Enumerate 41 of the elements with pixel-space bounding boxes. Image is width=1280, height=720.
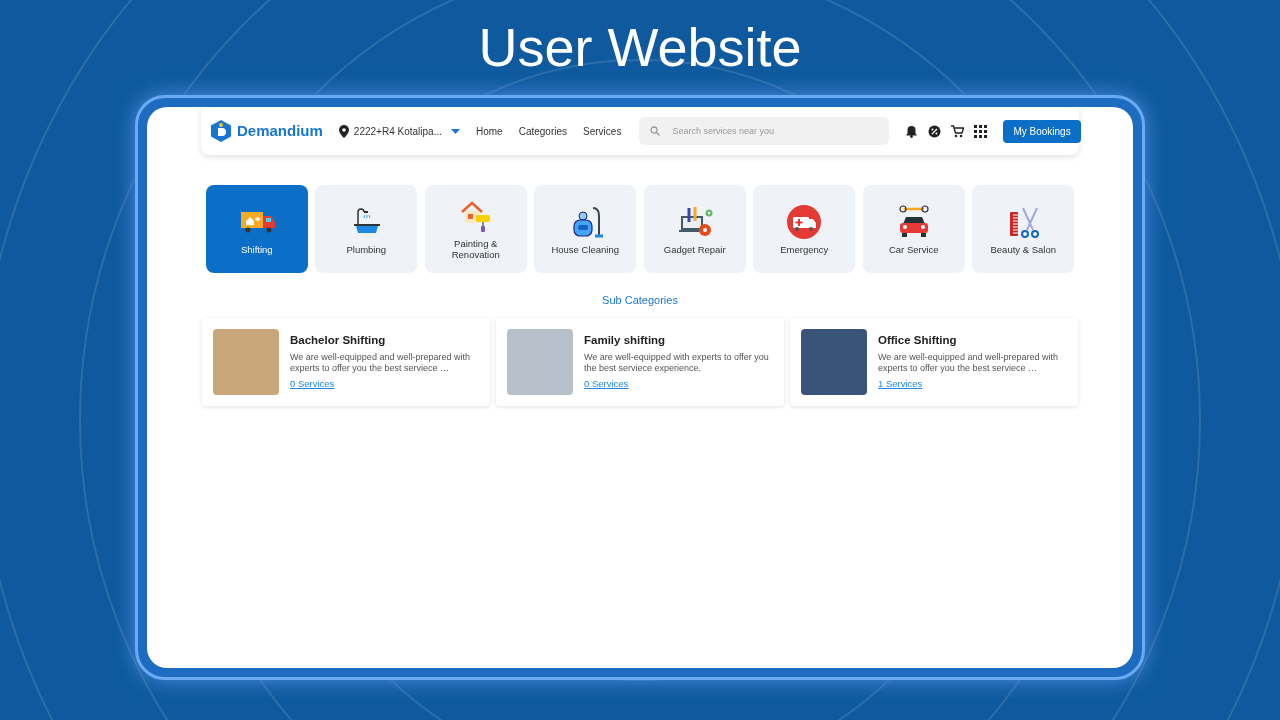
card-title: Bachelor Shifting bbox=[290, 332, 387, 348]
search-field[interactable]: Search services near you bbox=[639, 117, 890, 145]
nav-link[interactable]: Categories bbox=[518, 123, 568, 139]
sub-category-card[interactable]: Bachelor Shifting We are well-equipped and well-prepared with experts to offer you the best serviece … 0 Services bbox=[202, 317, 490, 406]
photo-placeholder bbox=[213, 328, 279, 395]
services-link[interactable]: 1 Services bbox=[878, 377, 923, 392]
nav-link[interactable]: Services bbox=[583, 123, 622, 139]
photo-placeholder bbox=[801, 328, 867, 395]
services-link[interactable]: 0 Services bbox=[584, 377, 629, 392]
ambulance-icon bbox=[786, 203, 823, 240]
discount-badge-icon[interactable] bbox=[928, 124, 942, 138]
cart-icon[interactable] bbox=[951, 124, 965, 138]
category-tile[interactable]: Emergency bbox=[753, 185, 856, 273]
location-selector[interactable]: 2222+R4 Kotalipa... bbox=[353, 123, 442, 139]
photo-placeholder bbox=[507, 328, 573, 395]
category-tile[interactable]: Shifting bbox=[205, 185, 308, 273]
card-title: Office Shifting bbox=[878, 332, 958, 348]
card-title: Family shifting bbox=[584, 332, 667, 348]
category-tile[interactable]: Car Service bbox=[862, 185, 965, 273]
category-tile[interactable]: Gadget Repair bbox=[643, 185, 746, 273]
section-heading: Sub Categories bbox=[602, 293, 678, 308]
banner-title: User Website bbox=[478, 20, 802, 76]
category-tile[interactable]: Painting & Renovation bbox=[424, 185, 527, 273]
services-link[interactable]: 0 Services bbox=[290, 377, 335, 392]
search-icon bbox=[650, 126, 661, 136]
card-description: We are well-equipped with experts to offer you the best serviece experience. bbox=[584, 352, 770, 374]
category-tile[interactable]: House Cleaning bbox=[534, 185, 637, 273]
grid-icon[interactable] bbox=[974, 124, 988, 138]
bell-icon[interactable] bbox=[905, 124, 919, 138]
sub-category-card[interactable]: Family shifting We are well-equipped with experts to offer you the best serviece experience. 0 Services bbox=[496, 317, 784, 406]
my-bookings-button[interactable]: My Bookings bbox=[1003, 119, 1081, 143]
brand-name[interactable]: Demandium bbox=[237, 119, 323, 143]
card-description: We are well-equipped and well-prepared with experts to offer you the best serviece … bbox=[878, 352, 1059, 374]
sub-category-card[interactable]: Office Shifting We are well-equipped and well-prepared with experts to offer you the best serviece … 1 Services bbox=[790, 317, 1078, 406]
category-tile[interactable]: Plumbing bbox=[315, 185, 418, 273]
card-description: We are well-equipped and well-prepared with experts to offer you the best serviece … bbox=[290, 352, 471, 374]
location-pin-icon bbox=[338, 124, 349, 138]
nav-link[interactable]: Home bbox=[476, 123, 503, 139]
caret-icon[interactable] bbox=[451, 128, 460, 134]
category-tile[interactable]: Beauty & Salon bbox=[972, 185, 1075, 273]
shield-logo-icon bbox=[211, 120, 231, 142]
